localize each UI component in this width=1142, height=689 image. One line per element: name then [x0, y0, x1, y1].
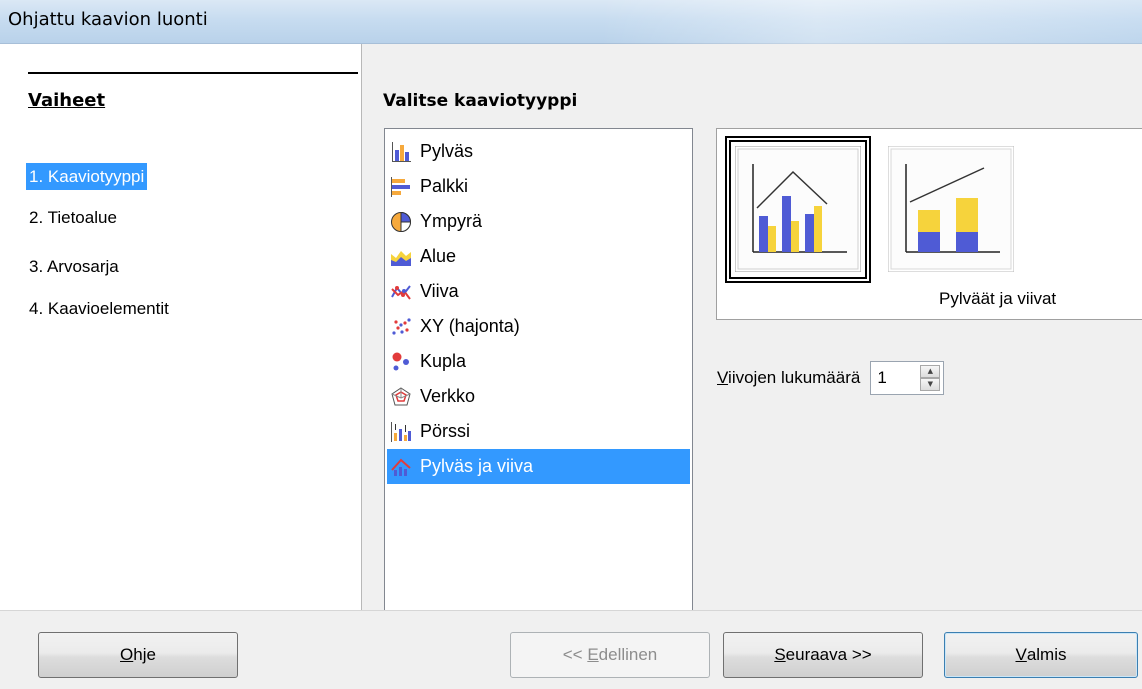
back-label: dellinen	[598, 645, 658, 664]
line-count-label-text: iivojen lukumäärä	[728, 368, 861, 387]
chart-type-label: Pylväs	[420, 141, 474, 161]
chart-type-item-column-and-line[interactable]: Pylväs ja viiva	[387, 449, 690, 484]
chart-type-item-stock[interactable]: Pörssi	[387, 414, 690, 449]
chart-type-label: Ympyrä	[420, 211, 483, 231]
section-heading: Valitse kaaviotyyppi	[383, 91, 578, 111]
finish-button[interactable]: Valmis	[944, 632, 1138, 678]
chart-type-item-net[interactable]: Verkko	[387, 379, 690, 414]
next-label: euraava >>	[785, 645, 872, 664]
chart-type-label: Pörssi	[420, 421, 471, 441]
chart-type-label: XY (hajonta)	[420, 316, 520, 336]
variant-columns-and-lines[interactable]	[735, 146, 861, 272]
step-chart-elements[interactable]: 4. Kaavioelementit	[26, 295, 172, 322]
line-count-mnemonic: V	[717, 368, 729, 387]
step-chart-type[interactable]: 1. Kaaviotyyppi	[26, 163, 148, 190]
title-bar: Ohjattu kaavion luonti	[0, 0, 1142, 44]
help-label: hje	[133, 645, 156, 664]
title-bar-glow	[600, 0, 1142, 44]
step-data-range[interactable]: 2. Tietoalue	[26, 204, 120, 231]
chart-variant-panel: Pylväät ja viivat	[716, 128, 1142, 320]
next-button[interactable]: Seuraava >>	[723, 632, 923, 678]
chart-type-item-column[interactable]: Pylväs	[387, 134, 690, 169]
variant-caption: Pylväät ja viivat	[939, 289, 1057, 308]
stock-chart-icon	[391, 421, 411, 442]
chart-type-label: Alue	[420, 246, 457, 266]
column-line-chart-icon	[391, 458, 411, 476]
steps-pane: Vaiheet 1. Kaaviotyyppi 2. Tietoalue 3. …	[0, 44, 362, 610]
back-button[interactable]: << Edellinen	[510, 632, 710, 678]
chart-type-label: Verkko	[420, 386, 476, 406]
spin-up-arrow-icon[interactable]: ▲	[920, 365, 941, 378]
steps-heading: Vaiheet	[28, 90, 106, 111]
spin-down-arrow-icon[interactable]: ▼	[920, 378, 941, 391]
finish-mnemonic: V	[1015, 645, 1027, 664]
bar-chart-icon	[391, 176, 410, 197]
pie-chart-icon	[391, 211, 412, 232]
window-title: Ohjattu kaavion luonti	[8, 9, 208, 30]
chart-type-item-pie[interactable]: Ympyrä	[387, 204, 690, 239]
line-count-row: Viivojen lukumäärä 1 ▲ ▼	[717, 361, 945, 395]
back-prefix: <<	[562, 645, 588, 664]
line-count-label: Viivojen lukumäärä	[717, 368, 860, 388]
net-chart-icon	[391, 386, 411, 405]
variant-stacked-columns-and-lines[interactable]	[888, 146, 1014, 272]
chart-type-item-line[interactable]: Viiva	[387, 274, 690, 309]
back-mnemonic: E	[587, 645, 599, 664]
steps-divider	[28, 72, 358, 74]
chart-type-label: Palkki	[420, 176, 469, 196]
chart-type-list[interactable]: Pylväs Palkki Ympyrä Alue Viiva XY (hajo…	[384, 128, 693, 634]
chart-type-item-bar[interactable]: Palkki	[387, 169, 690, 204]
dialog-footer: Ohje << Edellinen Seuraava >> Valmis	[0, 610, 1142, 689]
chart-type-item-area[interactable]: Alue	[387, 239, 690, 274]
bubble-chart-icon	[392, 352, 409, 370]
column-chart-icon	[392, 141, 411, 162]
chart-type-label: Kupla	[420, 351, 467, 371]
chart-type-item-xy-scatter[interactable]: XY (hajonta)	[387, 309, 690, 344]
chart-type-pane: Valitse kaaviotyyppi Pylväs Palkki Ympyr…	[363, 44, 1142, 634]
spinner-buttons: ▲ ▼	[920, 365, 941, 391]
finish-label: almis	[1026, 645, 1067, 664]
chart-type-label: Viiva	[420, 281, 459, 301]
help-button[interactable]: Ohje	[38, 632, 238, 678]
line-count-value[interactable]: 1	[877, 368, 886, 388]
scatter-chart-icon	[392, 317, 411, 335]
help-mnemonic: O	[120, 645, 134, 664]
line-chart-icon	[391, 284, 411, 300]
area-chart-icon	[391, 250, 411, 266]
chart-type-item-bubble[interactable]: Kupla	[387, 344, 690, 379]
next-mnemonic: S	[774, 645, 786, 664]
step-data-series[interactable]: 3. Arvosarja	[26, 253, 122, 280]
line-count-spinner[interactable]: 1 ▲ ▼	[870, 361, 945, 395]
chart-type-label: Pylväs ja viiva	[420, 456, 534, 476]
